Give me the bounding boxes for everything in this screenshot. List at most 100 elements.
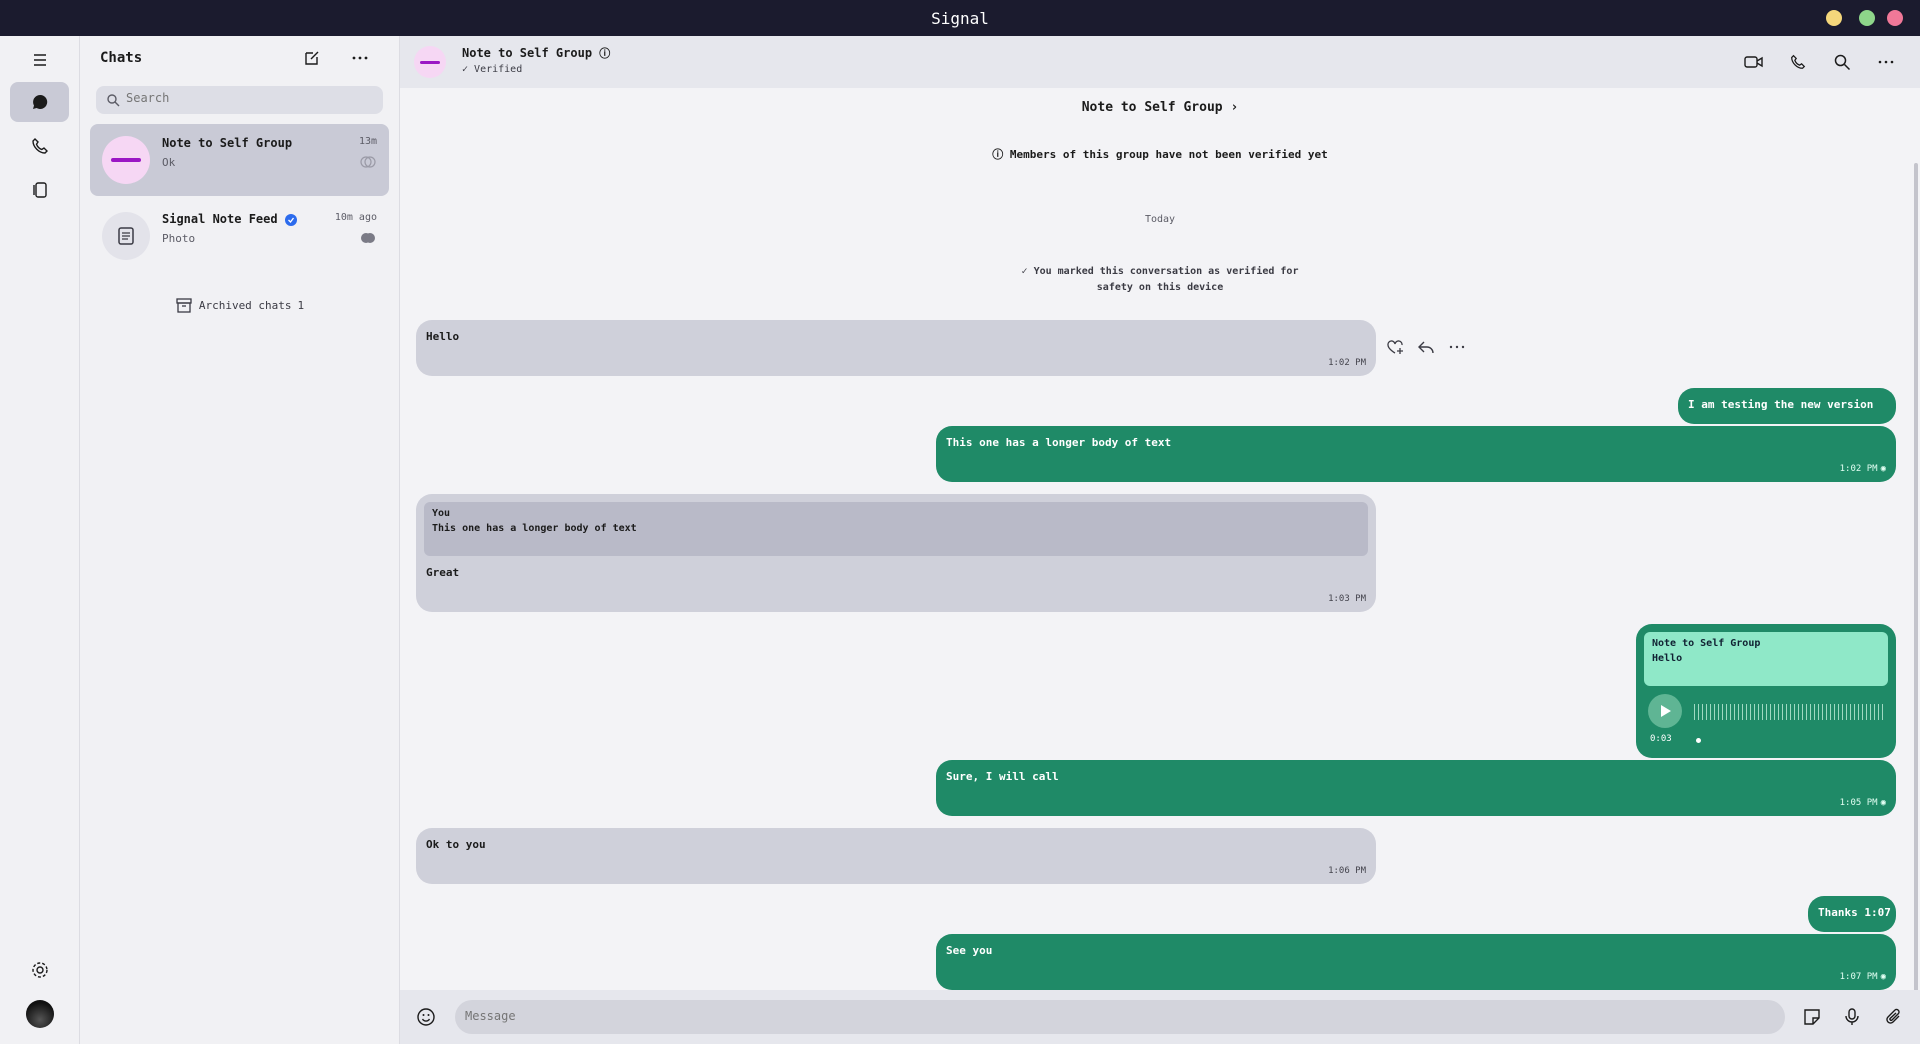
attach-button[interactable] xyxy=(1884,1007,1904,1031)
intro-title[interactable]: Note to Self Group › xyxy=(400,100,1920,115)
microphone-icon xyxy=(1845,1008,1859,1025)
compose-button[interactable] xyxy=(298,44,326,72)
message-outgoing[interactable]: See you 1:07 PM ◉ xyxy=(936,934,1896,990)
archived-chats-link[interactable]: Archived chats 1 xyxy=(80,296,399,314)
info-icon: ⓘ xyxy=(599,47,611,60)
message-time: 1:06 PM xyxy=(1328,866,1366,876)
search-conversation-button[interactable] xyxy=(1828,48,1856,76)
search-box[interactable] xyxy=(96,86,383,114)
list-more-button[interactable] xyxy=(346,44,374,72)
search-icon xyxy=(1834,54,1851,71)
chat-list-pane: Chats Note to Self Group 13m Ok Signal N… xyxy=(80,36,400,1044)
play-button[interactable] xyxy=(1648,694,1682,728)
message-field[interactable] xyxy=(455,1000,1785,1034)
message-incoming[interactable]: You This one has a longer body of text G… xyxy=(416,494,1376,612)
emoji-button[interactable] xyxy=(416,1007,436,1031)
phone-icon xyxy=(1791,54,1806,69)
message-text: Ok to you xyxy=(426,838,486,851)
play-icon xyxy=(1661,705,1671,717)
settings-button[interactable] xyxy=(10,950,69,990)
timeline-scrollbar[interactable] xyxy=(1914,163,1918,990)
system-message-cont: safety on this device xyxy=(1096,282,1224,293)
date-divider: Today xyxy=(1144,214,1176,225)
sticker-button[interactable] xyxy=(1802,1007,1822,1031)
voice-call-button[interactable] xyxy=(1784,48,1812,76)
chat-item-name: Note to Self Group xyxy=(162,136,293,150)
chats-tab[interactable] xyxy=(10,82,69,122)
conversation-status: ✓ Verified xyxy=(462,64,523,75)
message-more-button[interactable] xyxy=(1448,338,1466,360)
chat-item-preview: Photo xyxy=(162,232,196,245)
message-input[interactable] xyxy=(465,1009,1765,1023)
quoted-message[interactable]: Note to Self Group Hello xyxy=(1644,632,1888,686)
conversation-name[interactable]: Note to Self Group ⓘ xyxy=(462,45,610,61)
reply-icon xyxy=(1418,341,1434,354)
paperclip-icon xyxy=(1886,1008,1900,1024)
message-text: This one has a longer body of text xyxy=(946,436,1172,449)
note-icon xyxy=(118,227,134,245)
message-text: See you xyxy=(946,944,993,957)
group-notice: ⓘ Members of this group have not been ve… xyxy=(992,148,1328,161)
message-time: 1:02 PM xyxy=(1328,358,1366,368)
read-icon: ◉ xyxy=(1880,972,1886,982)
message-incoming[interactable]: Ok to you 1:06 PM xyxy=(416,828,1376,884)
voice-duration: 0:03 xyxy=(1650,734,1672,744)
archive-icon xyxy=(176,298,192,313)
composer xyxy=(400,990,1920,1044)
quoted-message[interactable]: You This one has a longer body of text xyxy=(424,502,1368,556)
info-icon: ⓘ xyxy=(992,148,1010,161)
stories-tab[interactable] xyxy=(10,170,69,210)
chat-item[interactable]: Signal Note Feed 10m ago Photo xyxy=(90,200,389,272)
search-icon xyxy=(107,94,120,107)
chat-list-title: Chats xyxy=(100,50,143,66)
chat-item-time: 10m ago xyxy=(334,212,377,223)
title-bar: Signal xyxy=(0,0,1920,36)
read-icon: ◉ xyxy=(1880,464,1886,474)
message-text: Sure, I will call xyxy=(946,770,1059,783)
react-button[interactable] xyxy=(1386,338,1406,360)
calls-icon xyxy=(31,138,48,154)
video-icon xyxy=(1744,56,1763,68)
chat-item[interactable]: Note to Self Group 13m Ok xyxy=(90,124,389,196)
close-button[interactable] xyxy=(1887,10,1903,26)
message-incoming[interactable]: Hello 1:02 PM xyxy=(416,320,1376,376)
avatar[interactable] xyxy=(414,46,446,78)
maximize-button[interactable] xyxy=(1859,10,1875,26)
quote-text: Hello xyxy=(1652,653,1683,664)
more-icon xyxy=(1449,345,1465,349)
conversation-more-button[interactable] xyxy=(1872,48,1900,76)
message-text: Thanks 1:07 xyxy=(1818,906,1891,919)
avatar xyxy=(102,136,150,184)
message-time: 1:03 PM xyxy=(1328,594,1366,604)
message-outgoing[interactable]: Thanks 1:07 xyxy=(1808,896,1896,932)
search-input[interactable] xyxy=(126,91,366,105)
voice-waveform[interactable] xyxy=(1694,704,1884,720)
reply-button[interactable] xyxy=(1416,338,1436,360)
message-time: 1:02 PM ◉ xyxy=(1839,464,1886,474)
message-outgoing[interactable]: This one has a longer body of text 1:02 … xyxy=(936,426,1896,482)
video-call-button[interactable] xyxy=(1740,48,1768,76)
more-icon xyxy=(1878,60,1894,64)
message-text: Hello xyxy=(426,330,460,343)
voice-note-button[interactable] xyxy=(1842,1007,1862,1031)
minimize-button[interactable] xyxy=(1826,10,1842,26)
system-message: ✓ You marked this conversation as verifi… xyxy=(1021,266,1299,277)
quote-author: Note to Self Group xyxy=(1652,638,1761,649)
chat-item-preview: Ok xyxy=(162,156,176,169)
message-outgoing[interactable]: I am testing the new version xyxy=(1678,388,1896,424)
chevron-right-icon: › xyxy=(1230,100,1239,115)
message-timeline[interactable]: Note to Self Group › ⓘ Members of this g… xyxy=(400,88,1920,990)
sticker-icon xyxy=(1804,1009,1820,1025)
message-outgoing-voice[interactable]: Note to Self Group Hello 0:03 xyxy=(1636,624,1896,758)
profile-avatar xyxy=(25,1000,54,1028)
emoji-icon xyxy=(417,1008,435,1026)
menu-button[interactable] xyxy=(10,40,69,80)
calls-tab[interactable] xyxy=(10,126,69,166)
message-text: Great xyxy=(426,566,460,579)
conversation-header: Note to Self Group ⓘ ✓ Verified xyxy=(400,36,1920,88)
archived-count: 1 xyxy=(297,298,305,312)
chat-item-time: 13m xyxy=(358,136,377,147)
message-outgoing[interactable]: Sure, I will call 1:05 PM ◉ xyxy=(936,760,1896,816)
profile-button[interactable] xyxy=(10,994,69,1034)
delivered-icon xyxy=(360,156,376,168)
